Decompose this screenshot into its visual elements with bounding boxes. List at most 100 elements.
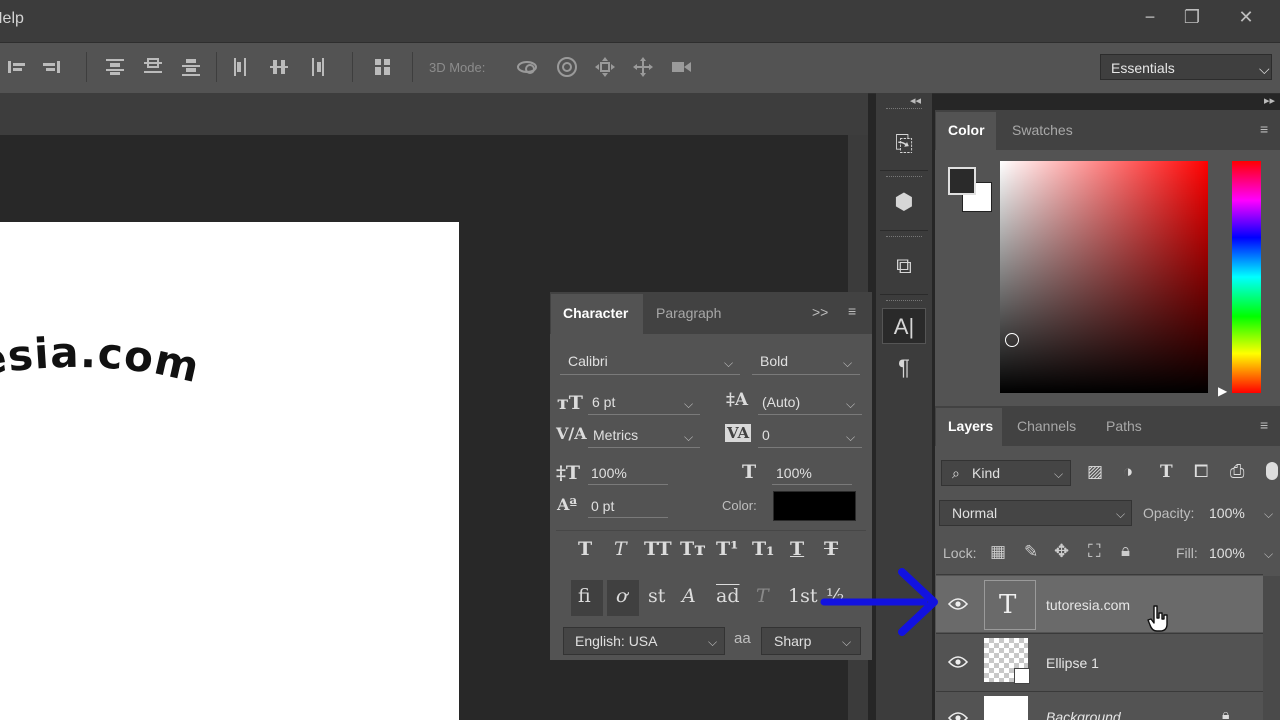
- hue-slider-handle-icon[interactable]: ▶: [1218, 384, 1227, 398]
- kerning-field[interactable]: Metrics: [593, 427, 638, 443]
- standard-ligatures-button[interactable]: fi: [578, 585, 591, 607]
- font-size-field[interactable]: 6 pt: [592, 394, 615, 410]
- swash-button[interactable]: A: [682, 585, 696, 607]
- horizontal-scale-field[interactable]: 100%: [776, 465, 812, 481]
- layers-panel-scrollbar[interactable]: [1263, 576, 1280, 720]
- tab-channels[interactable]: Channels: [1017, 418, 1076, 434]
- collapse-dock-icon[interactable]: ◂◂: [910, 94, 921, 107]
- align-left-icon[interactable]: [6, 56, 28, 78]
- small-caps-button[interactable]: Tт: [680, 538, 706, 560]
- distribute-bottom-icon[interactable]: [180, 56, 202, 78]
- subscript-button[interactable]: T₁: [752, 538, 774, 560]
- text-color-swatch[interactable]: [773, 491, 856, 521]
- font-family-select[interactable]: Calibri: [568, 353, 608, 369]
- stylistic-alternates-button[interactable]: ad: [716, 585, 740, 607]
- panel-menu-icon[interactable]: ≡: [1260, 417, 1268, 433]
- color-picker-marker[interactable]: [1005, 333, 1019, 347]
- properties-icon[interactable]: ⧉: [882, 248, 926, 284]
- tab-swatches[interactable]: Swatches: [1012, 122, 1073, 138]
- restore-button[interactable]: ❐: [1174, 4, 1210, 30]
- filter-type-icon[interactable]: T: [1160, 462, 1173, 482]
- tab-color[interactable]: Color: [948, 122, 985, 138]
- tab-character[interactable]: Character: [563, 305, 628, 321]
- pan-3d-icon[interactable]: [594, 56, 616, 78]
- vertical-scale-field[interactable]: 100%: [591, 465, 627, 481]
- language-select[interactable]: English: USA ⌵: [563, 627, 725, 655]
- filter-pixel-icon[interactable]: ▨: [1087, 462, 1103, 482]
- baseline-shift-field[interactable]: 0 pt: [591, 498, 614, 514]
- scale-3d-icon[interactable]: [670, 56, 692, 78]
- character-panel-icon[interactable]: A|: [882, 308, 926, 344]
- 3d-cube-icon[interactable]: ⬢: [882, 184, 926, 220]
- lock-transparency-icon[interactable]: ▦: [990, 542, 1006, 562]
- distribute-left-icon[interactable]: [230, 56, 252, 78]
- distribute-hcenter-icon[interactable]: [268, 56, 290, 78]
- tracking-field[interactable]: 0: [762, 427, 770, 443]
- font-size-icon: ᴛT: [557, 392, 583, 414]
- faux-italic-button[interactable]: T: [614, 538, 627, 560]
- filter-smartobject-icon[interactable]: ⎙: [1230, 461, 1244, 482]
- layer-row-background[interactable]: Background 🔒︎: [936, 692, 1263, 720]
- auto-align-icon[interactable]: [372, 56, 394, 78]
- curved-text-content: tutoresia.com: [0, 328, 204, 416]
- filter-shape-icon[interactable]: ⧠: [1194, 461, 1208, 482]
- layer-filter-value: Kind: [972, 465, 1001, 481]
- strip-grip: [886, 176, 922, 179]
- chevron-down-icon: ⌵: [1054, 467, 1064, 481]
- field-underline: [560, 374, 740, 375]
- visibility-eye-icon[interactable]: [948, 656, 968, 668]
- contextual-alternates-button[interactable]: ơ: [616, 585, 627, 607]
- faux-bold-button[interactable]: T: [578, 538, 592, 560]
- filter-toggle-icon[interactable]: [1266, 462, 1278, 480]
- ordinals-button[interactable]: 1st: [788, 585, 817, 607]
- panel-menu-icon[interactable]: ≡: [848, 303, 856, 319]
- color-picker-field[interactable]: [1000, 161, 1208, 393]
- lock-image-icon[interactable]: ✎: [1024, 542, 1038, 562]
- hue-slider[interactable]: [1232, 161, 1261, 393]
- panel-menu-icon[interactable]: ≡: [1260, 121, 1268, 137]
- tab-layers[interactable]: Layers: [948, 418, 993, 434]
- opacity-field[interactable]: 100%: [1209, 505, 1245, 521]
- leading-field[interactable]: (Auto): [762, 394, 800, 410]
- collapse-panel-icon[interactable]: >>: [812, 304, 828, 320]
- collapse-dock-icon[interactable]: ▸▸: [1264, 94, 1275, 107]
- align-right-icon[interactable]: [40, 56, 62, 78]
- curved-text[interactable]: tutoresia.com: [0, 300, 459, 460]
- foreground-color-swatch[interactable]: [948, 167, 976, 195]
- filter-adjustment-icon[interactable]: ◑: [1123, 462, 1133, 482]
- paragraph-panel-icon[interactable]: ¶: [882, 350, 926, 386]
- visibility-eye-icon[interactable]: [948, 598, 968, 610]
- blend-mode-select[interactable]: Normal ⌵: [939, 500, 1132, 526]
- close-button[interactable]: ✕: [1228, 4, 1264, 30]
- slide-3d-icon[interactable]: [632, 56, 654, 78]
- history-icon[interactable]: ⎘: [882, 126, 926, 162]
- shape-layer-thumbnail: [984, 638, 1030, 684]
- layer-filter-select[interactable]: ⌕ Kind ⌵: [941, 460, 1071, 486]
- lock-artboard-icon[interactable]: ⛶: [1088, 541, 1101, 562]
- visibility-eye-icon[interactable]: [948, 712, 968, 720]
- workspace-select[interactable]: Essentials ⌵: [1100, 54, 1272, 80]
- layer-row-shape[interactable]: Ellipse 1: [936, 634, 1263, 690]
- all-caps-button[interactable]: TT: [644, 538, 672, 560]
- menu-help[interactable]: Help: [0, 10, 24, 28]
- tab-paths[interactable]: Paths: [1106, 418, 1142, 434]
- strikethrough-button[interactable]: T: [824, 538, 838, 560]
- tab-paragraph[interactable]: Paragraph: [656, 305, 721, 321]
- orbit-3d-icon[interactable]: [516, 56, 538, 78]
- distribute-center-icon[interactable]: [142, 56, 164, 78]
- discretionary-ligatures-button[interactable]: st: [648, 585, 665, 607]
- underline-button[interactable]: T: [790, 538, 804, 560]
- layer-row-text[interactable]: T tutoresia.com: [936, 576, 1263, 632]
- titling-alternates-button[interactable]: T: [756, 585, 769, 607]
- lock-position-icon[interactable]: ✥: [1054, 541, 1069, 562]
- distribute-top-icon[interactable]: [104, 56, 126, 78]
- font-style-select[interactable]: Bold: [760, 353, 788, 369]
- superscript-button[interactable]: T¹: [716, 538, 738, 560]
- minimize-button[interactable]: −: [1132, 4, 1168, 30]
- distribute-right-icon[interactable]: [306, 56, 328, 78]
- chevron-down-icon: ⌵: [846, 397, 856, 411]
- document-canvas[interactable]: [0, 222, 459, 720]
- fill-field[interactable]: 100%: [1209, 545, 1245, 561]
- lock-all-icon[interactable]: 🔒︎: [1121, 541, 1130, 561]
- roll-3d-icon[interactable]: [556, 56, 578, 78]
